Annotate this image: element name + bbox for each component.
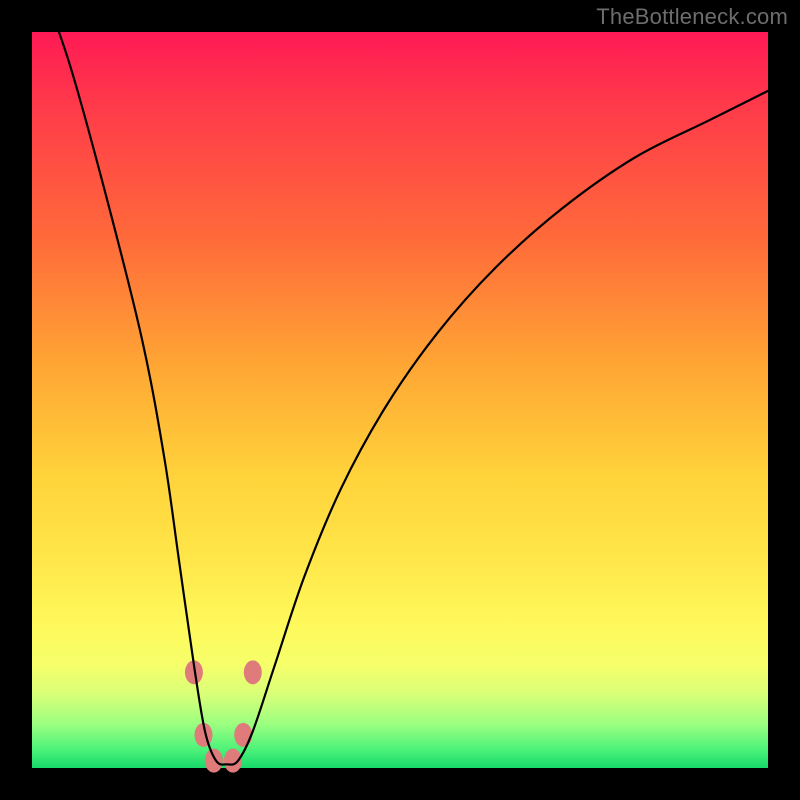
curve-svg: [32, 32, 768, 768]
curve-marker: [234, 723, 252, 747]
bottleneck-curve: [32, 0, 768, 765]
chart-frame: TheBottleneck.com: [0, 0, 800, 800]
watermark-text: TheBottleneck.com: [596, 4, 788, 30]
curve-marker: [244, 660, 262, 684]
curve-marker: [205, 749, 223, 773]
plot-area: [32, 32, 768, 768]
